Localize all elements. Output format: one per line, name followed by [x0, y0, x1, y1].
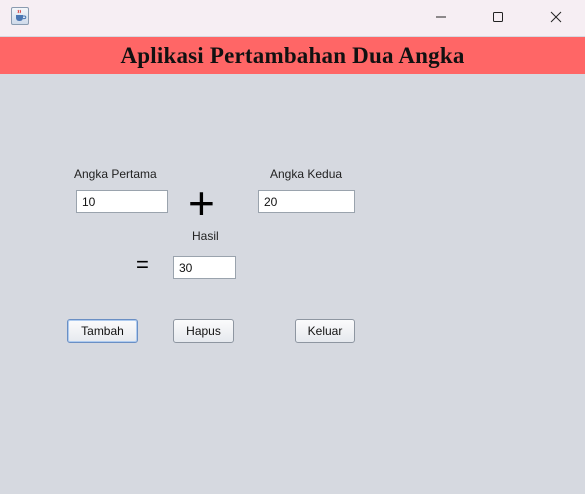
exit-button[interactable]: Keluar — [295, 319, 355, 343]
minimize-icon — [436, 16, 446, 18]
equals-symbol: = — [136, 252, 149, 277]
maximize-icon — [493, 12, 503, 22]
result-field[interactable]: 30 — [173, 256, 236, 279]
app-header: Aplikasi Pertambahan Dua Angka — [0, 37, 585, 74]
second-number-field[interactable]: 20 — [258, 190, 355, 213]
minimize-button[interactable] — [418, 0, 464, 34]
header-title: Aplikasi Pertambahan Dua Angka — [120, 42, 465, 68]
close-icon — [550, 11, 562, 23]
maximize-button[interactable] — [475, 0, 521, 34]
second-number-label: Angka Kedua — [270, 167, 343, 181]
plus-symbol: + — [188, 177, 215, 229]
clear-button[interactable]: Hapus — [173, 319, 234, 343]
result-label: Hasil — [192, 229, 219, 243]
app-window: Aplikasi Pertambahan Dua Angka Angka Per… — [0, 0, 585, 494]
title-bar[interactable] — [0, 0, 585, 36]
first-number-label: Angka Pertama — [74, 167, 157, 181]
close-button[interactable] — [533, 0, 579, 34]
java-cup-icon[interactable] — [11, 7, 29, 25]
first-number-field[interactable]: 10 — [76, 190, 168, 213]
add-button[interactable]: Tambah — [67, 319, 138, 343]
